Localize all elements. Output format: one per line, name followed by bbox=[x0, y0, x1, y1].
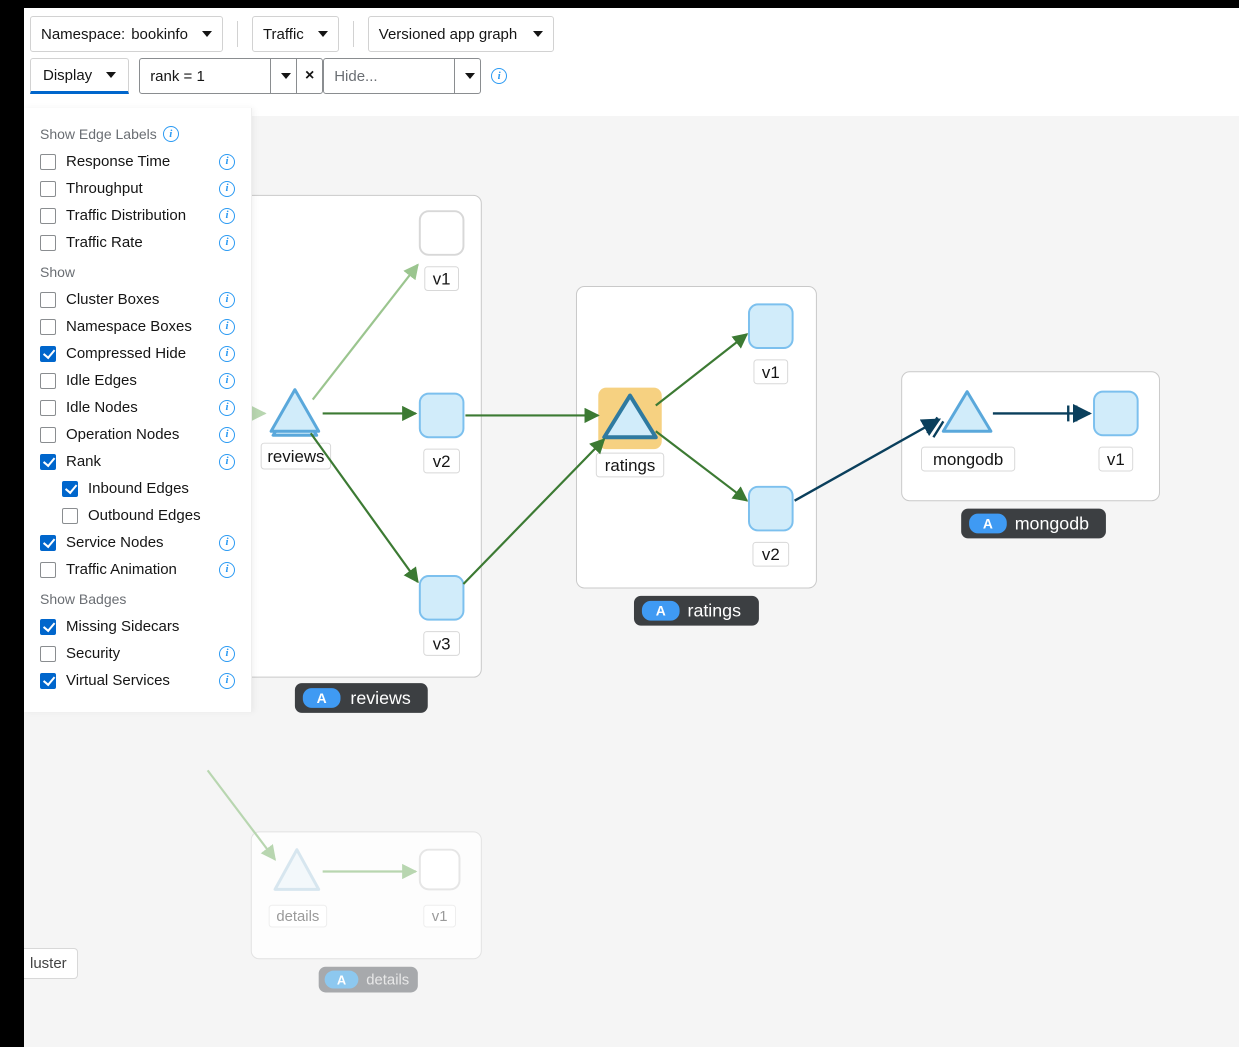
hide-input-combo[interactable]: Hide... bbox=[323, 58, 481, 94]
info-icon[interactable]: i bbox=[219, 346, 235, 362]
svg-text:ratings: ratings bbox=[688, 601, 742, 621]
info-icon[interactable]: i bbox=[219, 181, 235, 197]
service-node-ratings[interactable]: ratings bbox=[596, 388, 663, 477]
workload-node-mongodb-v1[interactable]: v1 bbox=[1094, 392, 1138, 471]
find-input-combo[interactable]: rank = 1 × bbox=[139, 58, 323, 94]
section-edge-labels: Show Edge Labels i bbox=[24, 118, 251, 148]
namespace-selector[interactable]: Namespace: bookinfo bbox=[30, 16, 223, 52]
svg-text:mongodb: mongodb bbox=[933, 450, 1003, 469]
workload-node-reviews-v3[interactable]: v3 bbox=[420, 576, 464, 655]
app-frame: Namespace: bookinfo Traffic Versioned ap… bbox=[24, 8, 1239, 1047]
opt-security[interactable]: Securityi bbox=[24, 640, 251, 667]
find-combo-caret[interactable] bbox=[270, 59, 296, 93]
caret-down-icon bbox=[202, 31, 212, 37]
info-icon[interactable]: i bbox=[219, 373, 235, 389]
svg-text:A: A bbox=[983, 515, 993, 531]
svg-text:v1: v1 bbox=[762, 363, 780, 382]
opt-inbound-edges[interactable]: Inbound Edges bbox=[24, 475, 251, 502]
svg-text:v1: v1 bbox=[1107, 450, 1125, 469]
find-input-value[interactable]: rank = 1 bbox=[140, 59, 270, 93]
toolbar-secondary: Display rank = 1 × Hide... i bbox=[24, 56, 1239, 100]
opt-idle-edges[interactable]: Idle Edgesi bbox=[24, 367, 251, 394]
app-badge-ratings: A ratings bbox=[634, 596, 759, 626]
caret-down-icon bbox=[106, 72, 116, 78]
info-icon[interactable]: i bbox=[219, 400, 235, 416]
hide-input-placeholder[interactable]: Hide... bbox=[324, 59, 454, 93]
hide-combo-caret[interactable] bbox=[454, 59, 480, 93]
app-badge-mongodb: A mongodb bbox=[961, 509, 1106, 539]
display-dropdown-button[interactable]: Display bbox=[30, 58, 129, 94]
info-icon[interactable]: i bbox=[219, 427, 235, 443]
caret-down-icon bbox=[318, 31, 328, 37]
app-badge-reviews: A reviews bbox=[295, 683, 428, 713]
find-clear-button[interactable]: × bbox=[296, 59, 322, 93]
find-hide-info-icon[interactable]: i bbox=[491, 68, 507, 84]
info-icon[interactable]: i bbox=[219, 235, 235, 251]
info-icon[interactable]: i bbox=[219, 562, 235, 578]
info-icon[interactable]: i bbox=[219, 292, 235, 308]
workload-node-reviews-v2[interactable]: v2 bbox=[420, 394, 464, 473]
svg-text:details: details bbox=[276, 909, 319, 925]
opt-response-time[interactable]: Response Timei bbox=[24, 148, 251, 175]
opt-outbound-edges[interactable]: Outbound Edges bbox=[24, 502, 251, 529]
info-icon[interactable]: i bbox=[219, 535, 235, 551]
traffic-selector[interactable]: Traffic bbox=[252, 16, 339, 52]
graphtype-selector[interactable]: Versioned app graph bbox=[368, 16, 554, 52]
svg-text:A: A bbox=[337, 973, 346, 988]
caret-down-icon bbox=[281, 73, 291, 79]
opt-namespace-boxes[interactable]: Namespace Boxesi bbox=[24, 313, 251, 340]
svg-text:reviews: reviews bbox=[350, 688, 411, 708]
namespace-value: bookinfo bbox=[131, 26, 188, 43]
opt-compressed-hide[interactable]: Compressed Hidei bbox=[24, 340, 251, 367]
opt-operation-nodes[interactable]: Operation Nodesi bbox=[24, 421, 251, 448]
workload-node-ratings-v2[interactable]: v2 bbox=[749, 487, 793, 566]
opt-throughput[interactable]: Throughputi bbox=[24, 175, 251, 202]
toolbar-primary: Namespace: bookinfo Traffic Versioned ap… bbox=[24, 8, 1239, 56]
section-badges: Show Badges bbox=[24, 583, 251, 613]
display-options-panel: Show Edge Labels i Response Timei Throug… bbox=[24, 108, 252, 712]
display-label: Display bbox=[43, 67, 92, 84]
app-badge-details: A details bbox=[319, 967, 418, 993]
info-icon[interactable]: i bbox=[219, 208, 235, 224]
graphtype-label: Versioned app graph bbox=[379, 26, 517, 43]
workload-node-reviews-v1[interactable]: v1 bbox=[420, 211, 464, 290]
namespace-label: Namespace: bbox=[41, 26, 125, 43]
svg-text:v2: v2 bbox=[433, 452, 451, 471]
svg-text:ratings: ratings bbox=[605, 456, 656, 475]
section-show: Show bbox=[24, 256, 251, 286]
cluster-chip-truncated[interactable]: luster bbox=[24, 948, 78, 979]
workload-node-ratings-v1[interactable]: v1 bbox=[749, 304, 793, 383]
opt-missing-sidecars[interactable]: Missing Sidecars bbox=[24, 613, 251, 640]
svg-text:v1: v1 bbox=[432, 909, 448, 925]
caret-down-icon bbox=[533, 31, 543, 37]
svg-text:v2: v2 bbox=[762, 545, 780, 564]
opt-cluster-boxes[interactable]: Cluster Boxesi bbox=[24, 286, 251, 313]
edge-in-details bbox=[208, 770, 275, 859]
toolbar-separator bbox=[353, 21, 354, 47]
service-label: reviews bbox=[267, 447, 324, 466]
svg-text:v3: v3 bbox=[433, 634, 451, 653]
caret-down-icon bbox=[465, 73, 475, 79]
opt-idle-nodes[interactable]: Idle Nodesi bbox=[24, 394, 251, 421]
svg-text:details: details bbox=[366, 973, 409, 989]
svg-text:A: A bbox=[317, 690, 327, 706]
info-icon[interactable]: i bbox=[219, 646, 235, 662]
opt-traffic-distribution[interactable]: Traffic Distributioni bbox=[24, 202, 251, 229]
opt-traffic-animation[interactable]: Traffic Animationi bbox=[24, 556, 251, 583]
svg-text:v1: v1 bbox=[433, 270, 451, 289]
svg-text:A: A bbox=[656, 603, 666, 619]
opt-service-nodes[interactable]: Service Nodesi bbox=[24, 529, 251, 556]
info-icon[interactable]: i bbox=[163, 126, 179, 142]
opt-virtual-services[interactable]: Virtual Servicesi bbox=[24, 667, 251, 694]
opt-rank[interactable]: Ranki bbox=[24, 448, 251, 475]
traffic-label: Traffic bbox=[263, 26, 304, 43]
toolbar-separator bbox=[237, 21, 238, 47]
info-icon[interactable]: i bbox=[219, 454, 235, 470]
info-icon[interactable]: i bbox=[219, 673, 235, 689]
svg-text:mongodb: mongodb bbox=[1015, 513, 1089, 533]
info-icon[interactable]: i bbox=[219, 319, 235, 335]
info-icon[interactable]: i bbox=[219, 154, 235, 170]
opt-traffic-rate[interactable]: Traffic Ratei bbox=[24, 229, 251, 256]
workload-node-details-v1[interactable]: v1 bbox=[420, 850, 460, 927]
